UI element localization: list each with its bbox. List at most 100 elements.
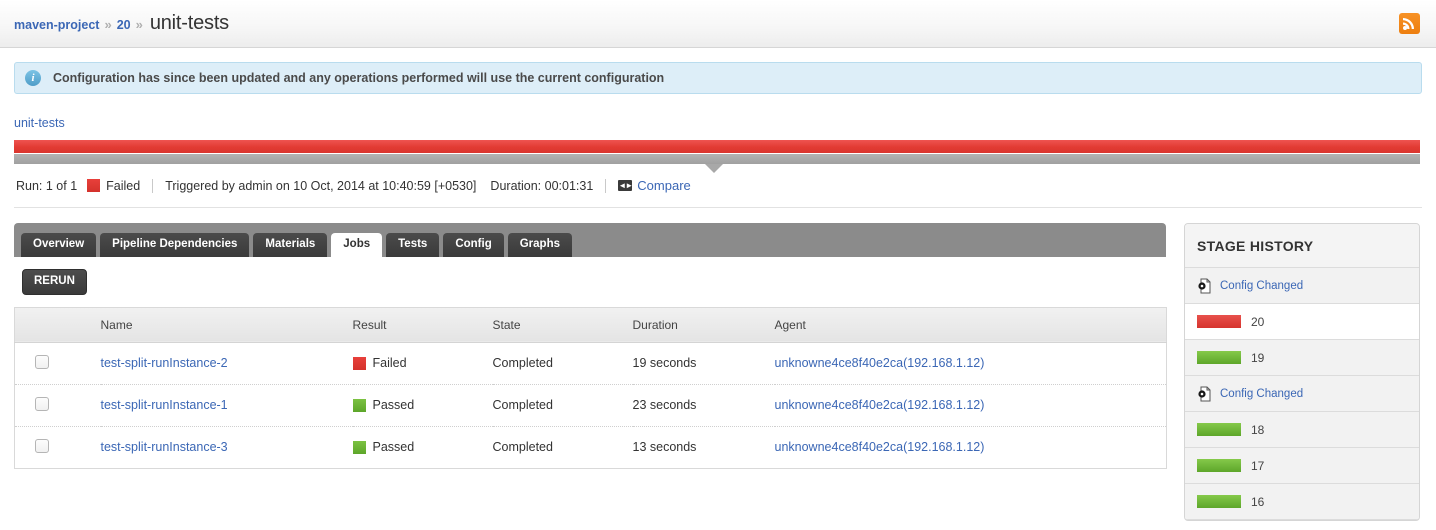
- stage-history-item-19[interactable]: 19: [1185, 340, 1419, 376]
- stage-history-label: 17: [1251, 458, 1265, 473]
- stage-secondary-bar[interactable]: [14, 154, 1420, 164]
- table-row: test-split-runInstance-1 Passed Complete…: [14, 384, 1167, 427]
- row-checkbox[interactable]: [35, 396, 49, 411]
- notice-text: Configuration has since been updated and…: [53, 71, 665, 85]
- tab-graphs[interactable]: Graphs: [507, 232, 572, 257]
- stage-history-item-18[interactable]: 18: [1185, 412, 1419, 448]
- stage-history-label: 16: [1251, 494, 1265, 509]
- compare-link[interactable]: Compare: [637, 178, 690, 193]
- row-name-cell: test-split-runInstance-2: [100, 342, 353, 385]
- stage-history-item-20[interactable]: 20: [1185, 304, 1419, 340]
- breadcrumb-item-pipeline[interactable]: maven-project: [14, 18, 99, 32]
- compare-icon: ◄►: [618, 180, 633, 191]
- tab-jobs[interactable]: Jobs: [331, 232, 383, 257]
- result-swatch-passed: [352, 440, 366, 454]
- run-result-label: Failed: [106, 178, 141, 193]
- row-result-cell: Failed: [352, 342, 493, 385]
- column-state: State: [492, 307, 633, 343]
- column-name: Name: [100, 307, 353, 343]
- stage-history-label: 19: [1251, 350, 1265, 365]
- tab-overview[interactable]: Overview: [21, 232, 97, 257]
- tab-pipeline-dependencies[interactable]: Pipeline Dependencies: [100, 232, 250, 257]
- jobs-table-body: test-split-runInstance-2 Failed Complete…: [14, 342, 1167, 468]
- rerun-button[interactable]: RERUN: [22, 269, 87, 295]
- stage-progress-bars: [0, 132, 1436, 173]
- tab-config[interactable]: Config: [443, 232, 504, 257]
- duration-label: Duration: 00:01:31: [490, 178, 594, 193]
- row-result-cell: Passed: [352, 426, 493, 468]
- row-agent-cell: unknowne4ce8f40e2ca(192.168.1.12): [775, 426, 1167, 468]
- main-content: Overview Pipeline Dependencies Materials…: [0, 208, 1436, 521]
- result-label: Passed: [372, 440, 415, 454]
- stage-name-area: unit-tests: [0, 94, 1436, 132]
- page-title: unit-tests: [149, 12, 229, 34]
- jobs-table-header: Name Result State Duration Agent: [14, 307, 1167, 343]
- stage-status-bar-failed: [1197, 315, 1241, 328]
- stage-status-bar-passed: [1197, 351, 1241, 364]
- stage-bar-pointer-icon: [705, 164, 723, 173]
- config-updated-notice: i Configuration has since been updated a…: [14, 62, 1422, 94]
- stage-status-bar-passed: [1197, 459, 1241, 472]
- tab-tests[interactable]: Tests: [386, 232, 440, 257]
- row-name-cell: test-split-runInstance-3: [101, 426, 353, 468]
- rss-feed-icon[interactable]: [1399, 13, 1420, 34]
- agent-link[interactable]: unknowne4ce8f40e2ca(192.168.1.12): [775, 440, 985, 454]
- tab-materials[interactable]: Materials: [253, 232, 328, 257]
- job-link[interactable]: test-split-runInstance-2: [101, 356, 228, 370]
- stage-history-config-changed[interactable]: Config Changed: [1185, 376, 1419, 412]
- config-changed-link[interactable]: Config Changed: [1220, 388, 1303, 400]
- column-agent: Agent: [774, 307, 1167, 343]
- triggered-by-label: Triggered by admin on 10 Oct, 2014 at 10…: [165, 178, 477, 193]
- stage-status-bar-passed: [1197, 423, 1241, 436]
- row-state-cell: Completed: [492, 440, 553, 454]
- row-checkbox[interactable]: [35, 438, 49, 453]
- jobs-panel: Overview Pipeline Dependencies Materials…: [14, 223, 1167, 469]
- row-result-cell: Passed: [352, 384, 493, 427]
- row-agent-cell: unknowne4ce8f40e2ca(192.168.1.12): [774, 342, 1167, 385]
- breadcrumb-separator: »: [135, 17, 143, 32]
- config-changed-icon: [1197, 278, 1213, 294]
- page-header: maven-project » 20 » unit-tests: [0, 0, 1436, 48]
- config-changed-link[interactable]: Config Changed: [1220, 280, 1303, 292]
- agent-link[interactable]: unknowne4ce8f40e2ca(192.168.1.12): [775, 398, 985, 412]
- result-swatch-failed: [352, 356, 366, 370]
- table-header-row: Name Result State Duration Agent: [14, 307, 1167, 343]
- divider: [152, 178, 154, 193]
- divider: [605, 178, 607, 193]
- column-result: Result: [352, 307, 493, 343]
- run-result-swatch: [87, 179, 101, 192]
- notification-area: i Configuration has since been updated a…: [0, 48, 1436, 94]
- job-link[interactable]: test-split-runInstance-1: [101, 398, 228, 412]
- tab-strip: Overview Pipeline Dependencies Materials…: [14, 223, 1166, 257]
- result-swatch-passed: [352, 398, 366, 412]
- stage-history-item-17[interactable]: 17: [1185, 448, 1419, 484]
- stage-history-config-changed[interactable]: Config Changed: [1185, 268, 1419, 304]
- config-changed-icon: [1197, 386, 1213, 402]
- column-select: [14, 307, 101, 343]
- job-link[interactable]: test-split-runInstance-3: [101, 440, 228, 454]
- stage-history-panel: STAGE HISTORY Config Changed 20 19 Confi…: [1184, 223, 1420, 521]
- row-select-cell: [14, 384, 101, 427]
- breadcrumb-separator: »: [104, 17, 112, 32]
- result-label: Failed: [372, 356, 407, 370]
- breadcrumb-item-label[interactable]: 20: [117, 18, 131, 32]
- row-select-cell: [15, 426, 101, 468]
- stage-status-bar[interactable]: [14, 140, 1420, 153]
- stage-history-label: 18: [1251, 422, 1265, 437]
- jobs-toolbar: RERUN: [14, 257, 1166, 295]
- agent-link[interactable]: unknowne4ce8f40e2ca(192.168.1.12): [775, 356, 985, 370]
- row-checkbox[interactable]: [35, 354, 49, 369]
- info-icon: i: [25, 70, 41, 86]
- row-state-cell: Completed: [492, 342, 633, 385]
- row-duration-cell: 19 seconds: [632, 342, 775, 385]
- stage-history-label: 20: [1251, 314, 1265, 329]
- row-duration-cell: 23 seconds: [632, 384, 775, 427]
- stage-name-link[interactable]: unit-tests: [14, 116, 65, 130]
- result-label: Passed: [372, 398, 415, 412]
- row-duration-cell: 13 seconds: [632, 440, 697, 454]
- stage-history-item-16[interactable]: 16: [1185, 484, 1419, 520]
- row-select-cell: [14, 342, 101, 385]
- run-count-label: Run: 1 of 1: [16, 178, 78, 193]
- column-duration: Duration: [632, 307, 775, 343]
- stage-status-bar-passed: [1197, 495, 1241, 508]
